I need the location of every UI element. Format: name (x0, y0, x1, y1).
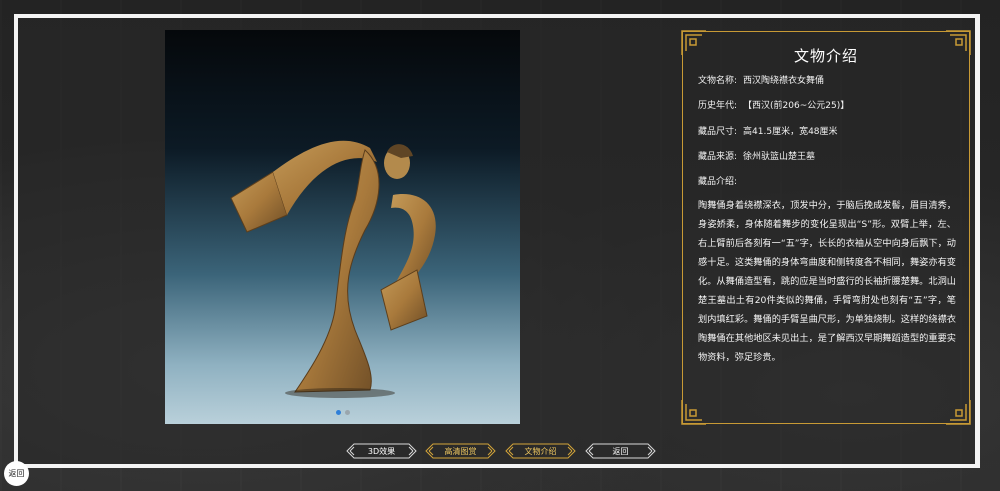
hd-images-button[interactable]: 高清图赏 (425, 443, 496, 459)
button-label: 文物介绍 (524, 446, 557, 456)
field-value: 高41.5厘米，宽48厘米 (743, 127, 838, 137)
field-label: 藏品尺寸: (698, 127, 738, 137)
artifact-intro-button[interactable]: 文物介绍 (505, 443, 576, 459)
back-button[interactable]: 返回 (585, 443, 656, 459)
button-label: 高清图赏 (444, 446, 477, 456)
field-value: 【西汉(前206~公元25)】 (743, 101, 850, 111)
field-value: 徐州驮篮山楚王墓 (743, 152, 816, 162)
field-name: 文物名称: 西汉陶绕襟衣女舞俑 (698, 73, 824, 86)
artifact-info-panel: 文物介绍 文物名称: 西汉陶绕襟衣女舞俑 历史年代: 【西汉(前206~公元25)】… (681, 30, 971, 425)
field-label: 历史年代: (698, 101, 738, 111)
bottom-toolbar: 3D效果 高清图赏 文物介绍 返回 (0, 443, 1000, 459)
dancer-figurine-image (230, 140, 436, 398)
artifact-photo[interactable] (165, 30, 520, 424)
artifact-description: 陶舞俑身着绕襟深衣，顶发中分，于脑后挽成发髻，眉目清秀，身姿娇柔，身体随着舞步的… (698, 200, 956, 363)
field-source: 藏品来源: 徐州驮篮山楚王墓 (698, 149, 815, 162)
panel-title: 文物介绍 (793, 47, 858, 65)
carousel-dot-1[interactable] (336, 410, 341, 415)
field-era: 历史年代: 【西汉(前206~公元25)】 (698, 98, 849, 111)
field-label: 文物名称: (698, 76, 738, 86)
field-intro: 藏品介绍: (698, 174, 743, 187)
field-value: 西汉陶绕襟衣女舞俑 (743, 76, 825, 86)
field-label: 藏品介绍: (698, 177, 738, 187)
button-label: 3D效果 (367, 446, 396, 456)
field-size: 藏品尺寸: 高41.5厘米，宽48厘米 (698, 124, 838, 137)
carousel-dots (336, 410, 350, 415)
button-label: 返回 (612, 446, 629, 456)
field-label: 藏品来源: (698, 152, 738, 162)
corner-ornament-icon (945, 399, 971, 425)
3d-effect-button[interactable]: 3D效果 (346, 443, 417, 459)
corner-ornament-icon (681, 399, 707, 425)
floating-back-button[interactable]: 返回 (4, 461, 29, 486)
carousel-dot-2[interactable] (345, 410, 350, 415)
